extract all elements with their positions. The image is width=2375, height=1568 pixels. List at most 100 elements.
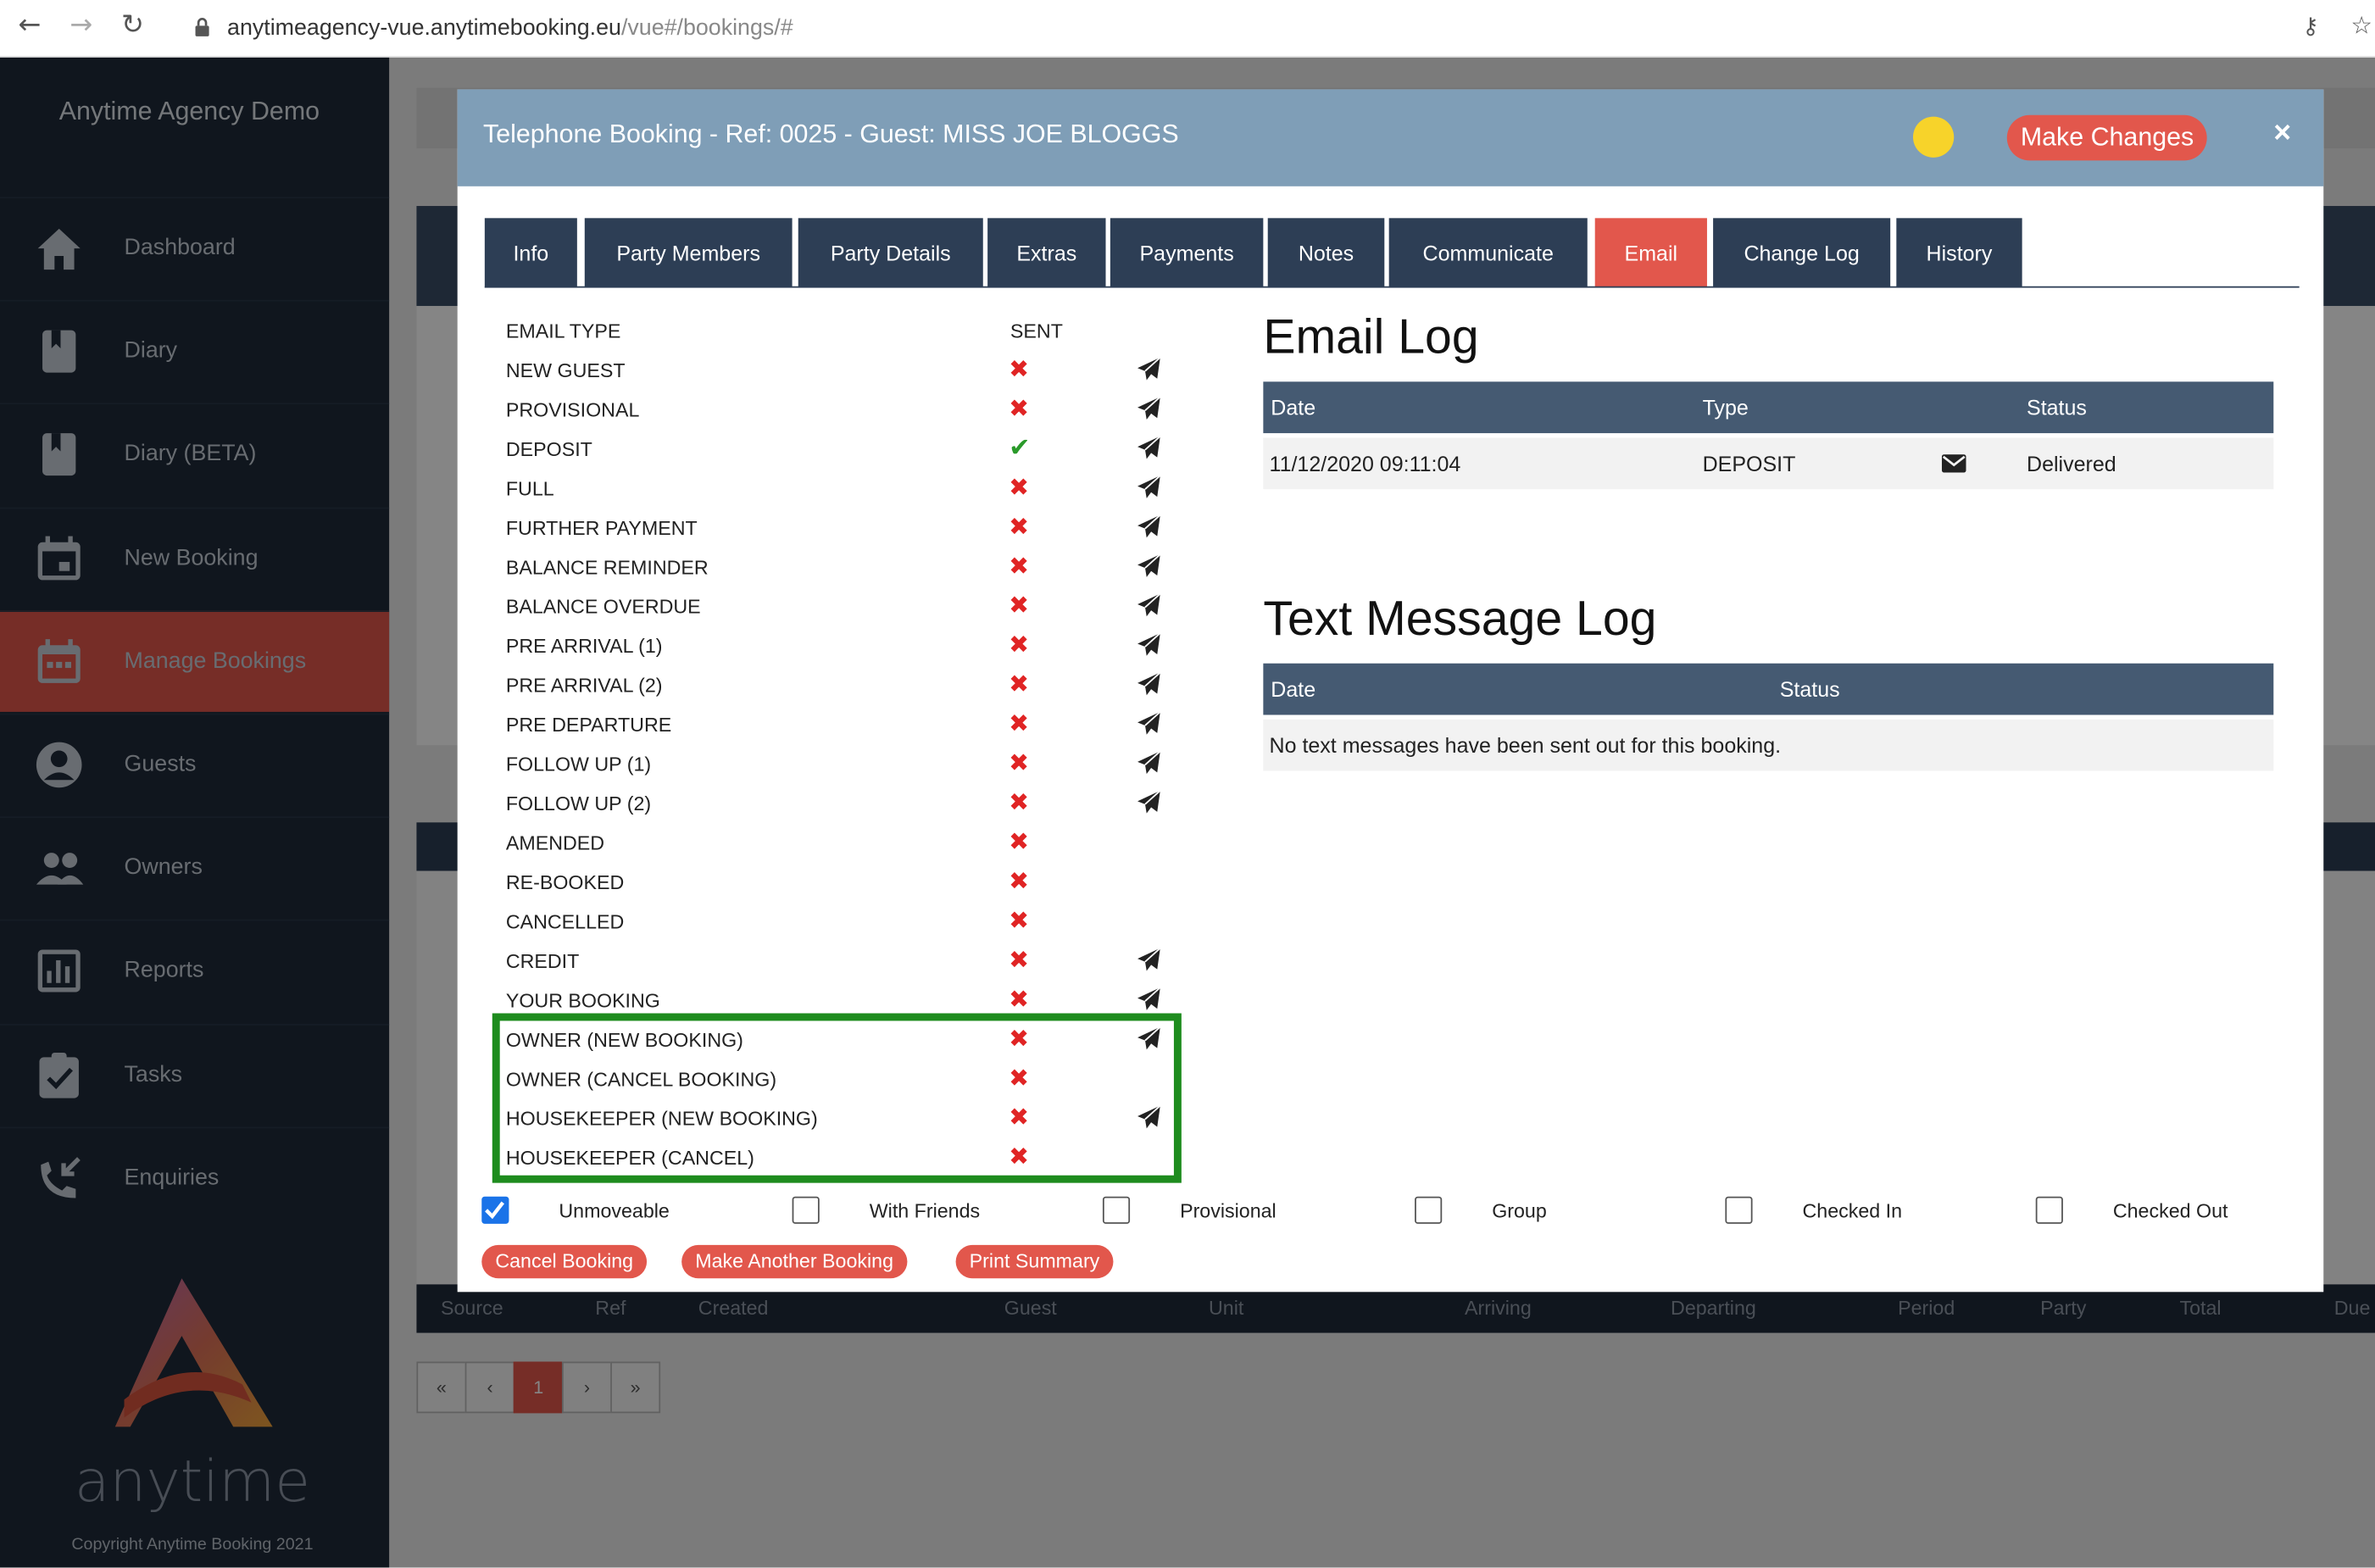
email-log-date: 11/12/2020 09:11:04 (1269, 451, 1461, 476)
cross-icon: ✖ (1009, 630, 1030, 659)
checkbox-label: Provisional (1180, 1199, 1276, 1223)
send-email-icon[interactable] (1136, 474, 1161, 499)
send-email-icon[interactable] (1136, 514, 1161, 539)
cancel-booking-button[interactable]: Cancel Booking (481, 1244, 648, 1279)
app-root: ← → ↻ anytimeagency-vue.anytimebooking.e… (0, 0, 2375, 1568)
email-type-label: FOLLOW UP (1) (505, 753, 652, 776)
sms-log-empty-text: No text messages have been sent out for … (1269, 732, 1782, 758)
send-email-icon[interactable] (1136, 750, 1161, 776)
email-type-label: RE-BOOKED (505, 870, 625, 894)
email-log-col-status: Status (2027, 395, 2087, 420)
email-type-label: DEPOSIT (505, 437, 592, 461)
checkbox-with-friends[interactable] (792, 1196, 820, 1224)
tab-payments[interactable]: Payments (1110, 218, 1264, 288)
cross-icon: ✖ (1009, 984, 1030, 1014)
cross-icon: ✖ (1009, 945, 1030, 975)
email-log-col-type: Type (1702, 395, 1749, 420)
send-email-icon[interactable] (1136, 553, 1161, 578)
tab-party-members[interactable]: Party Members (584, 218, 793, 288)
email-type-label: PRE ARRIVAL (1) (505, 634, 663, 658)
send-email-icon[interactable] (1136, 710, 1161, 736)
send-email-icon[interactable] (1136, 356, 1161, 381)
modal-header: Telephone Booking - Ref: 0025 - Guest: M… (457, 89, 2324, 186)
checkbox-checked-out[interactable] (2035, 1196, 2063, 1224)
print-summary-button[interactable]: Print Summary (955, 1244, 1114, 1279)
send-email-icon[interactable] (1136, 435, 1161, 460)
tab-notes[interactable]: Notes (1267, 218, 1385, 288)
tab-party-details[interactable]: Party Details (798, 218, 983, 288)
email-type-label: AMENDED (505, 831, 605, 854)
email-log-title: Email Log (1263, 309, 1479, 364)
checkbox-checked-in[interactable] (1725, 1196, 1753, 1224)
reload-icon[interactable]: ↻ (121, 9, 144, 42)
send-email-icon[interactable] (1136, 789, 1161, 815)
email-type-label: BALANCE OVERDUE (505, 595, 701, 619)
send-email-icon[interactable] (1136, 986, 1161, 1011)
cross-icon: ✖ (1009, 905, 1030, 935)
back-arrow-icon[interactable]: ← (18, 9, 41, 42)
url-host: anytimeagency-vue.anytimebooking.eu (227, 14, 621, 42)
cross-icon: ✖ (1009, 590, 1030, 620)
checkbox-provisional[interactable] (1102, 1196, 1131, 1224)
sms-log-col-date: Date (1271, 676, 1316, 702)
tab-extras[interactable]: Extras (987, 218, 1106, 288)
close-button[interactable]: × (2273, 117, 2291, 152)
cross-icon: ✖ (1009, 669, 1030, 698)
email-type-label: FURTHER PAYMENT (505, 516, 698, 540)
status-dot (1912, 116, 1955, 158)
tab-info[interactable]: Info (484, 218, 577, 288)
booking-modal: Telephone Booking - Ref: 0025 - Guest: M… (457, 89, 2324, 1293)
cross-icon: ✖ (1009, 472, 1030, 502)
cross-icon: ✖ (1009, 551, 1030, 581)
checkmark-icon (485, 1201, 504, 1220)
key-icon[interactable]: ⚷ (2302, 12, 2319, 39)
url-path: /vue#/bookings/# (620, 14, 793, 42)
email-type-label: YOUR BOOKING (505, 988, 660, 1012)
cross-icon: ✖ (1009, 354, 1030, 384)
cross-icon: ✖ (1009, 748, 1030, 777)
cross-icon: ✖ (1009, 512, 1030, 541)
address-bar[interactable]: anytimeagency-vue.anytimebooking.eu/vue#… (227, 15, 793, 41)
sms-log-header: Date Status (1263, 663, 2274, 715)
envelope-icon[interactable] (1941, 454, 1966, 473)
sms-log-col-status: Status (1779, 676, 1840, 702)
star-icon[interactable]: ☆ (2350, 11, 2372, 40)
lock-icon (195, 18, 209, 36)
send-email-icon[interactable] (1136, 947, 1161, 972)
email-type-label: NEW GUEST (505, 359, 626, 382)
checkbox-unmoveable[interactable] (481, 1196, 509, 1224)
email-type-label: CREDIT (505, 949, 580, 973)
checkbox-label: Unmoveable (559, 1199, 670, 1223)
send-email-icon[interactable] (1136, 671, 1161, 697)
forward-arrow-icon[interactable]: → (70, 9, 92, 42)
email-type-label: PROVISIONAL (505, 398, 640, 421)
email-type-label: FOLLOW UP (2) (505, 792, 652, 815)
checkbox-label: Checked In (1802, 1199, 1903, 1223)
check-icon: ✔ (1009, 433, 1031, 464)
email-log-status: Delivered (2027, 451, 2116, 476)
highlight-box (492, 1013, 1182, 1183)
tab-email[interactable]: Email (1594, 218, 1707, 288)
email-type-label: PRE ARRIVAL (2) (505, 674, 663, 698)
browser-toolbar: ← → ↻ anytimeagency-vue.anytimebooking.e… (0, 0, 2375, 58)
sms-log-title: Text Message Log (1263, 590, 1657, 646)
email-type-label: CANCELLED (505, 909, 625, 933)
tab-history[interactable]: History (1896, 218, 2022, 288)
send-email-icon[interactable] (1136, 631, 1161, 657)
email-log-row: 11/12/2020 09:11:04 DEPOSIT Delivered (1263, 437, 2274, 490)
tab-communicate[interactable]: Communicate (1388, 218, 1588, 288)
tab-change-log[interactable]: Change Log (1713, 218, 1891, 288)
make-changes-button[interactable]: Make Changes (2006, 114, 2208, 161)
email-log-header: Date Type Status (1263, 381, 2274, 434)
checkbox-group[interactable] (1415, 1196, 1443, 1224)
checkbox-label: Checked Out (2112, 1199, 2228, 1223)
cross-icon: ✖ (1009, 866, 1030, 896)
send-email-icon[interactable] (1136, 395, 1161, 420)
email-type-label: BALANCE REMINDER (505, 555, 709, 579)
email-type-header: EMAIL TYPE (505, 320, 621, 342)
email-log-col-date: Date (1271, 395, 1316, 420)
make-another-booking-button[interactable]: Make Another Booking (681, 1244, 908, 1279)
send-email-icon[interactable] (1136, 592, 1161, 618)
modal-title: Telephone Booking - Ref: 0025 - Guest: M… (483, 120, 1179, 149)
email-log-type: DEPOSIT (1702, 451, 1796, 476)
